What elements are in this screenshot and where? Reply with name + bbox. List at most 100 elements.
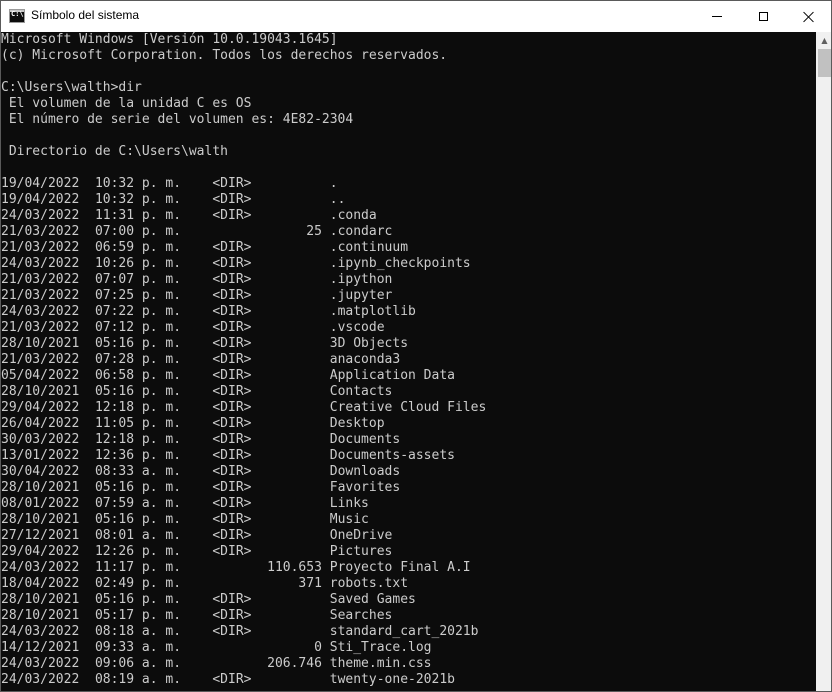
entry-date: 05/04/2022: [1, 368, 80, 383]
entry-time: 09:33 a. m.: [94, 640, 182, 655]
entry-date: 14/12/2021: [1, 640, 80, 655]
entry-name: standard_cart_2021b: [329, 624, 479, 639]
scroll-up-icon[interactable]: ▲: [816, 32, 831, 49]
entry-time: 11:31 p. m.: [94, 208, 182, 223]
dir-entry: 27/12/2021 08:01 a. m. <DIR> OneDrive: [1, 528, 816, 544]
entry-type: <DIR>: [181, 496, 322, 511]
entry-type: <DIR>: [181, 192, 322, 207]
entry-date: 28/10/2021: [1, 336, 80, 351]
entry-time: 07:59 a. m.: [94, 496, 182, 511]
console-line: C:\Users\walth>dir: [1, 80, 142, 95]
cmd-icon[interactable]: C:\: [9, 9, 25, 23]
console-line: Directorio de C:\Users\walth: [1, 144, 228, 159]
entry-time: 05:16 p. m.: [94, 384, 182, 399]
entry-name: .condarc: [329, 224, 393, 239]
entry-name: .ipynb_checkpoints: [329, 256, 471, 271]
entry-type: <DIR>: [181, 256, 322, 271]
title-bar[interactable]: C:\ Símbolo del sistema: [1, 1, 831, 32]
scrollbar-thumb[interactable]: [818, 49, 831, 77]
dir-entry: 28/10/2021 05:16 p. m. <DIR> 3D Objects: [1, 336, 816, 352]
entry-type: <DIR>: [181, 240, 322, 255]
entry-type: <DIR>: [181, 624, 322, 639]
console-output[interactable]: Microsoft Windows [Versión 10.0.19043.16…: [1, 32, 816, 691]
dir-entry: 28/10/2021 05:16 p. m. <DIR> Music: [1, 512, 816, 528]
entry-time: 11:05 p. m.: [94, 416, 182, 431]
entry-type: <DIR>: [181, 416, 322, 431]
dir-entry: 19/04/2022 10:32 p. m. <DIR> ..: [1, 192, 816, 208]
entry-time: 11:17 p. m.: [94, 560, 182, 575]
dir-entry: 21/03/2022 07:28 p. m. <DIR> anaconda3: [1, 352, 816, 368]
entry-name: Proyecto Final A.I: [329, 560, 471, 575]
entry-date: 24/03/2022: [1, 560, 80, 575]
entry-name: Application Data: [329, 368, 455, 383]
entry-name: ..: [329, 192, 346, 207]
entry-type: <DIR>: [181, 272, 322, 287]
minimize-button[interactable]: [694, 1, 740, 32]
entry-name: .continuum: [329, 240, 409, 255]
entry-type: <DIR>: [181, 288, 322, 303]
console-line: Microsoft Windows [Versión 10.0.19043.16…: [1, 32, 338, 47]
entry-date: 29/04/2022: [1, 400, 80, 415]
entry-date: 28/10/2021: [1, 480, 80, 495]
entry-size: 371: [181, 576, 322, 591]
dir-entry: 21/03/2022 07:07 p. m. <DIR> .ipython: [1, 272, 816, 288]
entry-date: 21/03/2022: [1, 352, 80, 367]
entry-name: .vscode: [329, 320, 385, 335]
entry-date: 28/10/2021: [1, 512, 80, 527]
dir-entry: 13/01/2022 12:36 p. m. <DIR> Documents-a…: [1, 448, 816, 464]
entry-date: 19/04/2022: [1, 176, 80, 191]
entry-type: <DIR>: [181, 480, 322, 495]
entry-date: 21/03/2022: [1, 272, 80, 287]
entry-date: 13/01/2022: [1, 448, 80, 463]
command-prompt-window: C:\ Símbolo del sistema Microsoft Window…: [0, 0, 832, 692]
entry-type: <DIR>: [181, 608, 322, 623]
dir-entry: 24/03/2022 10:26 p. m. <DIR> .ipynb_chec…: [1, 256, 816, 272]
entry-type: <DIR>: [181, 592, 322, 607]
entry-type: <DIR>: [181, 336, 322, 351]
entry-name: 3D Objects: [329, 336, 409, 351]
dir-entry: 26/04/2022 11:05 p. m. <DIR> Desktop: [1, 416, 816, 432]
entry-name: anaconda3: [329, 352, 401, 367]
entry-size: 206.746: [181, 656, 322, 671]
dir-entry: 21/03/2022 07:12 p. m. <DIR> .vscode: [1, 320, 816, 336]
entry-time: 06:59 p. m.: [94, 240, 182, 255]
entry-date: 30/04/2022: [1, 464, 80, 479]
entry-name: .ipython: [329, 272, 393, 287]
entry-size: 0: [181, 640, 322, 655]
vertical-scrollbar[interactable]: ▲: [816, 32, 831, 691]
entry-name: Downloads: [329, 464, 401, 479]
entry-time: 12:36 p. m.: [94, 448, 182, 463]
dir-entry: 05/04/2022 06:58 p. m. <DIR> Application…: [1, 368, 816, 384]
entry-type: <DIR>: [181, 512, 322, 527]
dir-entry: 18/04/2022 02:49 p. m. 371 robots.txt: [1, 576, 816, 592]
maximize-button[interactable]: [740, 1, 786, 32]
entry-date: 19/04/2022: [1, 192, 80, 207]
close-button[interactable]: [786, 1, 831, 32]
entry-time: 08:18 a. m.: [94, 624, 182, 639]
entry-time: 05:16 p. m.: [94, 480, 182, 495]
entry-name: Documents-assets: [329, 448, 455, 463]
entry-name: Sti_Trace.log: [329, 640, 432, 655]
entry-name: Favorites: [329, 480, 401, 495]
entry-type: <DIR>: [181, 464, 322, 479]
entry-name: Searches: [329, 608, 393, 623]
entry-time: 02:49 p. m.: [94, 576, 182, 591]
entry-date: 21/03/2022: [1, 240, 80, 255]
entry-name: .matplotlib: [329, 304, 416, 319]
entry-name: .jupyter: [329, 288, 393, 303]
dir-entry: 29/04/2022 12:18 p. m. <DIR> Creative Cl…: [1, 400, 816, 416]
entry-date: 21/03/2022: [1, 320, 80, 335]
entry-time: 05:16 p. m.: [94, 592, 182, 607]
entry-name: theme.min.css: [329, 656, 432, 671]
entry-date: 28/10/2021: [1, 592, 80, 607]
dir-entry: 28/10/2021 05:17 p. m. <DIR> Searches: [1, 608, 816, 624]
entry-date: 29/04/2022: [1, 544, 80, 559]
dir-entry: 24/03/2022 11:17 p. m. 110.653 Proyecto …: [1, 560, 816, 576]
entry-time: 07:12 p. m.: [94, 320, 182, 335]
entry-date: 26/04/2022: [1, 416, 80, 431]
entry-date: 28/10/2021: [1, 384, 80, 399]
dir-entry: 24/03/2022 07:22 p. m. <DIR> .matplotlib: [1, 304, 816, 320]
entry-time: 05:16 p. m.: [94, 336, 182, 351]
entry-name: .conda: [329, 208, 377, 223]
dir-entry: 14/12/2021 09:33 a. m. 0 Sti_Trace.log: [1, 640, 816, 656]
